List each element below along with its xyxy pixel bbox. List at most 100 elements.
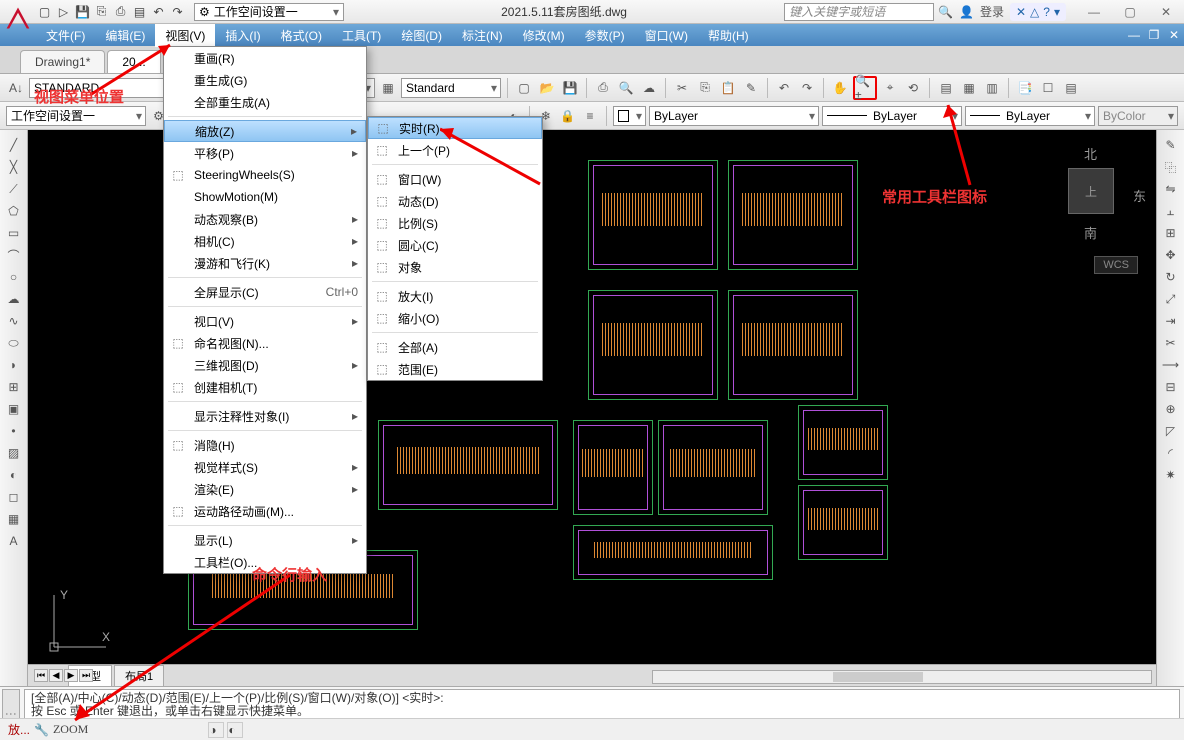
- chevron-down-icon[interactable]: ▾: [1054, 5, 1060, 19]
- open-btn[interactable]: 📂: [537, 78, 557, 98]
- saveas-icon[interactable]: ⎘: [93, 3, 110, 20]
- preview-btn[interactable]: 🔍: [616, 78, 636, 98]
- close-button[interactable]: ✕: [1148, 0, 1184, 24]
- menu-insert[interactable]: 插入(I): [215, 24, 270, 47]
- extend-icon[interactable]: ⟶: [1161, 355, 1181, 375]
- tablestyle-icon[interactable]: ▦: [378, 78, 398, 98]
- workspace-selector[interactable]: ⚙工作空间设置一: [194, 3, 344, 21]
- save-btn[interactable]: 💾: [560, 78, 580, 98]
- menu-item[interactable]: 视觉样式(S): [164, 456, 366, 478]
- menu-item[interactable]: 相机(C): [164, 230, 366, 252]
- menu-item[interactable]: 全屏显示(C)Ctrl+0: [164, 281, 366, 303]
- print-icon[interactable]: ⎙: [112, 3, 129, 20]
- menu-item[interactable]: 平移(P): [164, 142, 366, 164]
- drawing-tab[interactable]: 20...: [107, 50, 160, 73]
- menu-item[interactable]: ⬚对象: [368, 256, 542, 278]
- menu-item[interactable]: 显示(L): [164, 529, 366, 551]
- menu-edit[interactable]: 编辑(E): [95, 24, 155, 47]
- mirror-icon[interactable]: ⇋: [1161, 179, 1181, 199]
- menu-file[interactable]: 文件(F): [36, 24, 95, 47]
- viewcube[interactable]: 北 东 南 上: [1036, 140, 1146, 250]
- maximize-button[interactable]: ▢: [1112, 0, 1148, 24]
- open-icon[interactable]: ▷: [55, 3, 72, 20]
- menu-view[interactable]: 视图(V): [155, 24, 215, 47]
- layer-list-icon[interactable]: ≡: [580, 106, 599, 126]
- zoom-realtime-btn[interactable]: 🔍±: [853, 76, 877, 100]
- menu-item[interactable]: 工具栏(O)...: [164, 551, 366, 573]
- xline-icon[interactable]: ╳: [4, 157, 24, 177]
- menu-item[interactable]: ⬚创建相机(T): [164, 376, 366, 398]
- menu-dimension[interactable]: 标注(N): [452, 24, 513, 47]
- gradient-icon[interactable]: ◐: [4, 465, 24, 485]
- status-toggle[interactable]: ◑: [208, 722, 224, 738]
- menu-item[interactable]: ⬚全部(A): [368, 336, 542, 358]
- plot-btn[interactable]: ⎙: [593, 78, 613, 98]
- revcloud-icon[interactable]: ☁: [4, 289, 24, 309]
- viewcube-face[interactable]: 上: [1068, 168, 1114, 214]
- arc-icon[interactable]: ⌒: [4, 245, 24, 265]
- hatch-icon[interactable]: ▨: [4, 443, 24, 463]
- insert-icon[interactable]: ⊞: [4, 377, 24, 397]
- standard-select[interactable]: Standard: [401, 78, 501, 98]
- join-icon[interactable]: ⊕: [1161, 399, 1181, 419]
- publish-btn[interactable]: ☁: [639, 78, 659, 98]
- explode-icon[interactable]: ✷: [1161, 465, 1181, 485]
- workspace-select-2[interactable]: 工作空间设置一: [6, 106, 146, 126]
- menu-item[interactable]: 全部重生成(A): [164, 91, 366, 113]
- color-select[interactable]: [613, 106, 646, 126]
- ellipsearc-icon[interactable]: ◗: [4, 355, 24, 375]
- status-toggles[interactable]: ◑ ◐: [208, 722, 243, 738]
- menu-modify[interactable]: 修改(M): [513, 24, 575, 47]
- polyline-icon[interactable]: ⟋: [4, 179, 24, 199]
- doc-close-button[interactable]: ✕: [1164, 25, 1184, 45]
- doc-minimize-button[interactable]: —: [1124, 25, 1144, 45]
- menu-item[interactable]: 显示注释性对象(I): [164, 405, 366, 427]
- menu-item[interactable]: ⬚圆心(C): [368, 234, 542, 256]
- menu-item[interactable]: ⬚上一个(P): [368, 139, 542, 161]
- plotstyle-select[interactable]: ByColor: [1098, 106, 1178, 126]
- menu-item[interactable]: ⬚命名视图(N)...: [164, 332, 366, 354]
- exchange-icon[interactable]: ✕: [1016, 5, 1026, 19]
- drawing-tab[interactable]: Drawing1*: [20, 50, 105, 73]
- match-btn[interactable]: ✎: [741, 78, 761, 98]
- wcs-badge[interactable]: WCS: [1094, 256, 1138, 274]
- menu-draw[interactable]: 绘图(D): [391, 24, 452, 47]
- menu-item[interactable]: ⬚缩小(O): [368, 307, 542, 329]
- menu-window[interactable]: 窗口(W): [635, 24, 698, 47]
- rectangle-icon[interactable]: ▭: [4, 223, 24, 243]
- save-icon[interactable]: 💾: [74, 3, 91, 20]
- menu-parametric[interactable]: 参数(P): [575, 24, 635, 47]
- zoom-window-btn[interactable]: ⌖: [880, 78, 900, 98]
- menu-item[interactable]: ⬚范围(E): [368, 358, 542, 380]
- properties-btn[interactable]: ▤: [936, 78, 956, 98]
- minimize-button[interactable]: —: [1076, 0, 1112, 24]
- h-scrollbar[interactable]: [652, 670, 1152, 684]
- erase-icon[interactable]: ✎: [1161, 135, 1181, 155]
- block-icon[interactable]: ▣: [4, 399, 24, 419]
- qcalc-btn[interactable]: ▤: [1061, 78, 1081, 98]
- spline-icon[interactable]: ∿: [4, 311, 24, 331]
- binoculars-icon[interactable]: 🔍: [938, 5, 953, 19]
- menu-item[interactable]: ⬚实时(R): [368, 117, 542, 139]
- plot-icon[interactable]: ▤: [131, 3, 148, 20]
- point-icon[interactable]: •: [4, 421, 24, 441]
- mtext-icon[interactable]: A: [4, 531, 24, 551]
- new-icon[interactable]: ▢: [36, 3, 53, 20]
- stretch-icon[interactable]: ⇥: [1161, 311, 1181, 331]
- menu-item[interactable]: 重画(R): [164, 47, 366, 69]
- menu-item[interactable]: 漫游和飞行(K): [164, 252, 366, 274]
- menu-item[interactable]: ⬚放大(I): [368, 285, 542, 307]
- rotate-icon[interactable]: ↻: [1161, 267, 1181, 287]
- status-toggle[interactable]: ◐: [227, 722, 243, 738]
- textstyle-icon[interactable]: A↓: [6, 78, 26, 98]
- menu-tools[interactable]: 工具(T): [332, 24, 391, 47]
- menu-item[interactable]: 视口(V): [164, 310, 366, 332]
- menu-item[interactable]: ⬚动态(D): [368, 190, 542, 212]
- circle-icon[interactable]: ○: [4, 267, 24, 287]
- menu-item[interactable]: ⬚运动路径动画(M)...: [164, 500, 366, 522]
- a360-icon[interactable]: △: [1030, 5, 1039, 19]
- sheetset-btn[interactable]: 📑: [1015, 78, 1035, 98]
- menu-item[interactable]: ⬚消隐(H): [164, 434, 366, 456]
- menu-item[interactable]: 三维视图(D): [164, 354, 366, 376]
- sheet-tab-layout1[interactable]: 布局1: [114, 665, 164, 687]
